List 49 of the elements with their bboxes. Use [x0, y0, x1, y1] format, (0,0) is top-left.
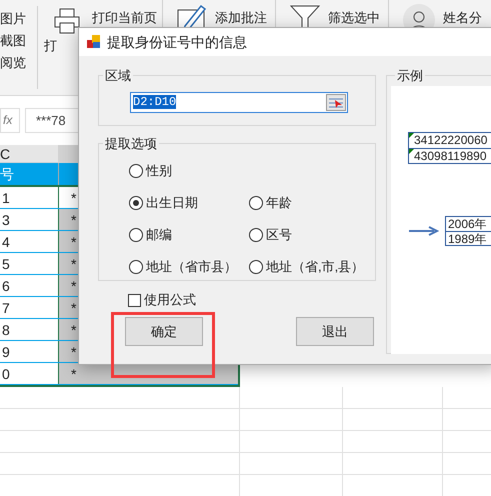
- print-button[interactable]: 打: [42, 38, 57, 54]
- group-label: 区域: [105, 68, 131, 83]
- ribbon-command[interactable]: 筛选选中: [328, 4, 380, 26]
- radio-label[interactable]: 性别: [146, 160, 172, 180]
- radio-button[interactable]: [129, 260, 143, 274]
- example-cell: 1989年: [446, 230, 491, 244]
- function-label[interactable]: fx: [0, 108, 20, 133]
- table-cell-text: 3: [1, 211, 11, 230]
- table-cell-text: 8: [1, 321, 11, 340]
- column-header[interactable]: C: [0, 145, 58, 162]
- radio-button[interactable]: [129, 164, 143, 178]
- radio-label[interactable]: 地址（省,市,县）: [266, 256, 364, 276]
- range-field[interactable]: D2:D10: [130, 92, 348, 112]
- radio-button[interactable]: [249, 260, 263, 274]
- group-label: 示例: [397, 68, 423, 83]
- checkbox[interactable]: [128, 294, 141, 306]
- example-cell: 34122220060: [414, 132, 488, 148]
- app-icon: [87, 35, 101, 49]
- ribbon-command[interactable]: 打印当前页: [92, 4, 157, 26]
- radio-button[interactable]: [129, 196, 143, 210]
- corner-marker-icon: [409, 148, 414, 154]
- table-cell-text: 4: [1, 233, 11, 252]
- ribbon-command[interactable]: 阅览: [0, 55, 37, 71]
- table-cell-text: 6: [1, 277, 11, 296]
- radio-label[interactable]: 年龄: [266, 192, 292, 212]
- table-cell-text: 7: [1, 299, 11, 318]
- table-cell: 号: [0, 163, 58, 185]
- radio-button[interactable]: [249, 196, 263, 210]
- group-label: 提取选项: [105, 136, 157, 151]
- radio-button[interactable]: [249, 228, 263, 242]
- range-picker-icon[interactable]: [326, 94, 346, 110]
- window-title: 提取身份证号中的信息: [107, 32, 247, 52]
- table-cell-text: 0: [1, 365, 11, 384]
- ribbon-command[interactable]: 截图: [0, 33, 37, 49]
- arrow-icon: [409, 226, 439, 236]
- table-cell-text: 9: [1, 343, 11, 362]
- table-cell-text: 1: [1, 189, 11, 208]
- dialog-button[interactable]: 退出: [296, 317, 374, 346]
- dialog-button[interactable]: 确定: [125, 317, 203, 346]
- corner-marker-icon: [409, 132, 414, 138]
- radio-label[interactable]: 地址（省市县）: [146, 256, 237, 276]
- ribbon-command[interactable]: 添加批注: [215, 4, 267, 26]
- table-cell-text: 5: [1, 255, 11, 274]
- ribbon-command[interactable]: 图片: [0, 11, 37, 27]
- ribbon-command[interactable]: 姓名分: [443, 4, 482, 26]
- radio-button[interactable]: [129, 228, 143, 242]
- example-cell-text: 2006年: [447, 216, 488, 230]
- example-cell: 43098119890: [414, 148, 487, 164]
- radio-label[interactable]: 区号: [266, 224, 292, 244]
